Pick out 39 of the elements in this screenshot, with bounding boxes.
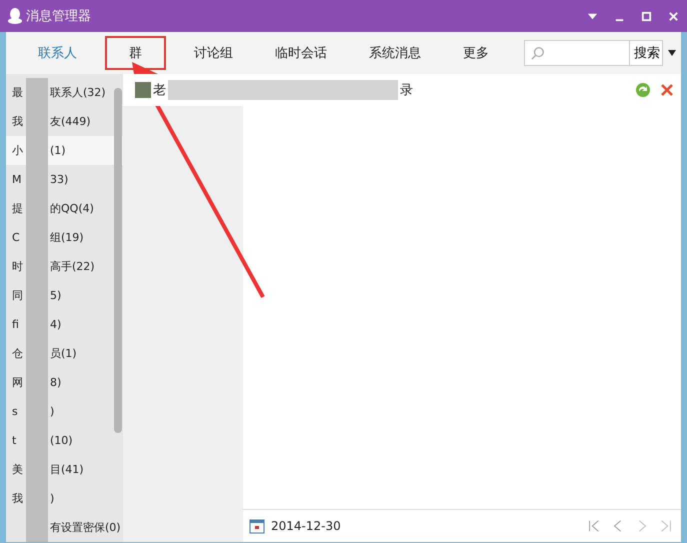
sidebar-item[interactable]: 我 ) [6,484,123,513]
sidebar-item[interactable]: 我 友(449) [6,107,123,136]
sidebar-item[interactable]: fi 4) [6,310,123,339]
sidebar-item[interactable]: 时 高手(22) [6,252,123,281]
sidebar-item[interactable]: 仓 员(1) [6,339,123,368]
scrollbar[interactable] [114,88,122,433]
tab[interactable]: 联系人 [24,36,91,70]
window-title: 消息管理器 [26,8,91,25]
conversation-title: 老 [153,82,166,99]
sidebar-item[interactable]: t (10) [6,426,123,455]
tab[interactable]: 更多 [449,36,503,70]
sidebar-item[interactable]: 有设置密保(0) [6,513,123,542]
search-icon [531,46,545,60]
sidebar-item[interactable]: 提 的QQ(4) [6,194,123,223]
maximize-icon[interactable] [641,10,652,22]
refresh-icon[interactable] [635,82,651,98]
sidebar-item[interactable]: 美 目(41) [6,455,123,484]
blurred-text [26,513,48,542]
sidebar-item[interactable]: 小 (1) [6,136,123,165]
sidebar-item[interactable]: s ) [6,397,123,426]
dropdown-icon[interactable] [667,49,677,57]
first-page-icon[interactable] [587,518,601,534]
tab[interactable]: 临时会话 [261,36,341,70]
tab[interactable]: 系统消息 [355,36,435,70]
close-icon[interactable] [668,10,679,22]
blurred-text [26,78,48,107]
sidebar-item[interactable]: 网 8) [6,368,123,397]
date-text: 2014-12-30 [271,519,341,533]
sidebar-item[interactable]: 同 5) [6,281,123,310]
sidebar-item[interactable]: 最 联系人(32) [6,78,123,107]
search-field[interactable] [524,40,630,66]
delete-icon[interactable] [659,82,675,98]
calendar-icon[interactable] [249,518,265,534]
sidebar-item[interactable]: M 33) [6,165,123,194]
photo-placeholder [135,82,151,98]
tab[interactable]: 讨论组 [180,36,247,70]
conversation-title: 录 [400,82,413,99]
search-button[interactable]: 搜索 [630,40,663,66]
sidebar-item[interactable]: C 组(19) [6,223,123,252]
